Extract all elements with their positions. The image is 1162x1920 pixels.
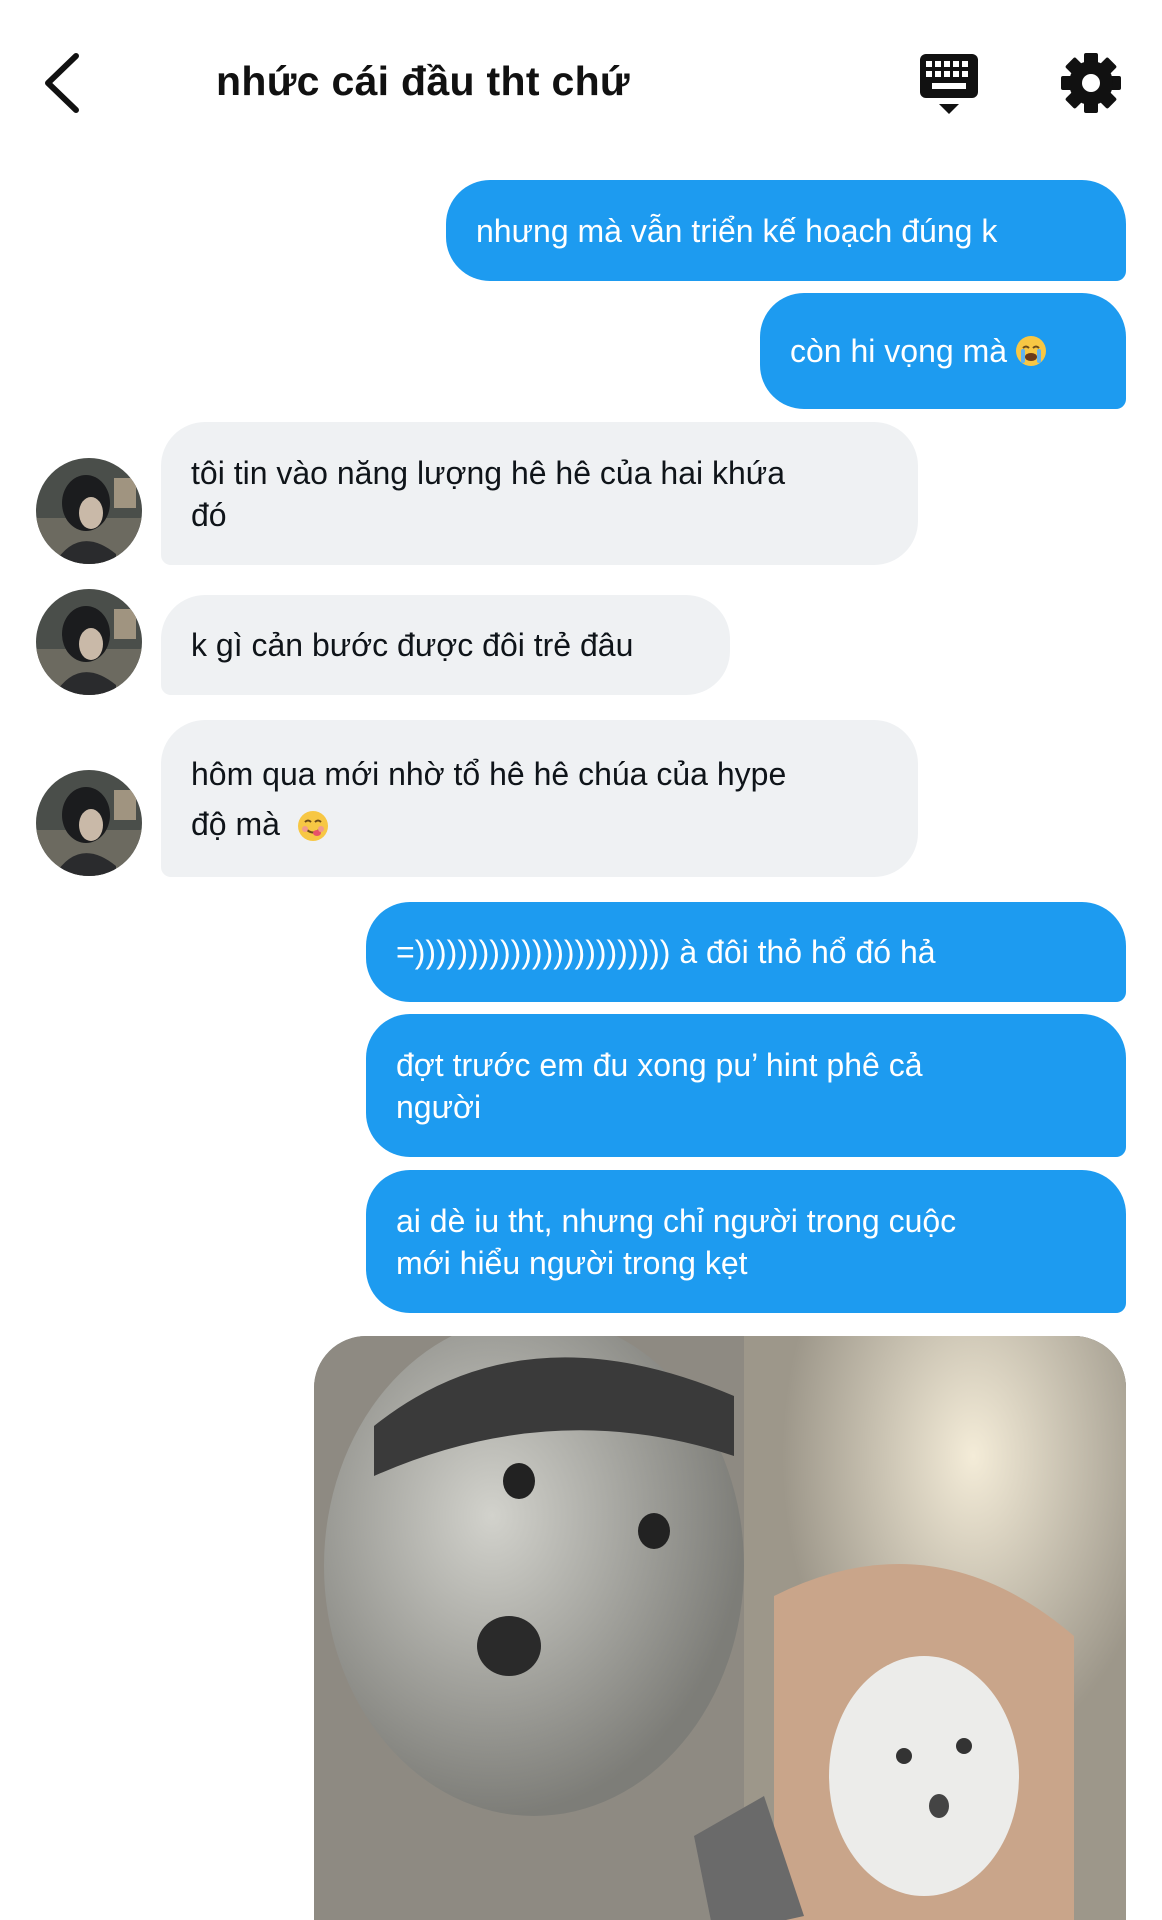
meme-photo — [314, 1336, 1126, 1920]
message-text: nhưng mà vẫn triển kế hoạch đúng k — [476, 212, 998, 249]
message-bubble-outgoing[interactable]: =)))))))))))))))))))))))) à đôi thỏ hổ đ… — [366, 902, 1126, 1002]
message-text: còn hi vọng mà — [790, 333, 1008, 369]
yum-face-emoji-icon — [297, 811, 328, 842]
keyboard-icon — [920, 54, 978, 114]
message-text-line: độ mà — [191, 799, 329, 849]
message-bubble-outgoing[interactable]: còn hi vọng mà — [760, 293, 1126, 409]
chat-screen: nhức cái đầu tht chứ nhưng mà vẫn triển … — [0, 0, 1162, 1920]
message-bubble-outgoing[interactable]: đợt trước em đu xong pu’ hint phê cả ngư… — [366, 1014, 1126, 1157]
conversation-title: nhức cái đầu tht chứ — [216, 58, 630, 104]
message-text: mới hiểu người trong kẹt — [396, 1244, 748, 1281]
message-bubble-outgoing[interactable]: ai dè iu tht, nhưng chỉ người trong cuộc… — [366, 1170, 1126, 1313]
gear-icon — [1061, 53, 1121, 113]
avatar[interactable] — [36, 458, 142, 564]
message-bubble-incoming[interactable]: hôm qua mới nhờ tổ hê hê chúa của hype đ… — [161, 720, 918, 877]
message-image[interactable] — [314, 1336, 1126, 1920]
message-text: đó — [191, 496, 227, 533]
chevron-left-icon — [45, 53, 79, 113]
message-text: đợt trước em đu xong pu’ hint phê cả — [396, 1046, 923, 1083]
message-bubble-incoming[interactable]: tôi tin vào năng lượng hê hê của hai khứ… — [161, 422, 918, 565]
keyboard-button[interactable] — [918, 52, 980, 118]
avatar[interactable] — [36, 589, 142, 695]
message-bubble-outgoing[interactable]: nhưng mà vẫn triển kế hoạch đúng k — [446, 180, 1126, 281]
message-text: ai dè iu tht, nhưng chỉ người trong cuộc — [396, 1202, 957, 1239]
crying-face-emoji-icon — [1016, 336, 1047, 366]
message-text: k gì cản bước được đôi trẻ đâu — [191, 627, 634, 663]
message-text: hôm qua mới nhờ tổ hê hê chúa của hype — [191, 755, 787, 792]
chat-header: nhức cái đầu tht chứ — [0, 0, 1162, 165]
message-text: độ mà — [191, 805, 280, 842]
message-bubble-incoming[interactable]: k gì cản bước được đôi trẻ đâu — [161, 595, 730, 695]
message-text: người — [396, 1088, 482, 1125]
message-text: =)))))))))))))))))))))))) à đôi thỏ hổ đ… — [396, 934, 936, 970]
avatar[interactable] — [36, 770, 142, 876]
back-button[interactable] — [38, 48, 98, 118]
message-text: tôi tin vào năng lượng hê hê của hai khứ… — [191, 454, 785, 491]
settings-button[interactable] — [1060, 52, 1122, 114]
